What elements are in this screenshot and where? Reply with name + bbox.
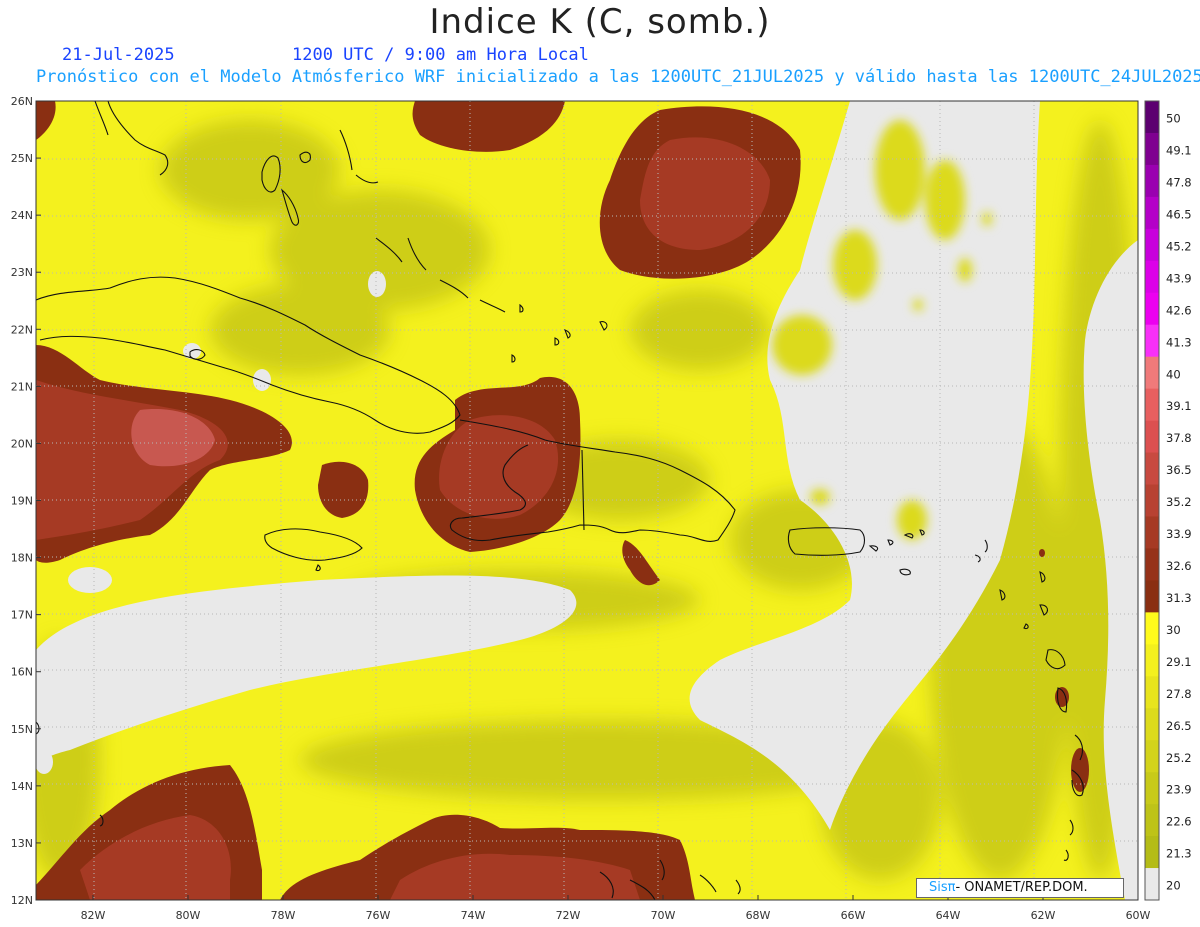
colorbar-label: 43.9 xyxy=(1166,271,1192,285)
colorbar-label: 25.2 xyxy=(1166,751,1192,765)
lon-label: 66W xyxy=(841,909,866,922)
k-index-field xyxy=(36,101,1138,900)
lon-label: 70W xyxy=(651,909,676,922)
colorbar-label: 40 xyxy=(1166,367,1181,381)
colorbar-label: 31.3 xyxy=(1166,591,1192,605)
lat-label: 26N xyxy=(11,95,33,108)
colorbar-label: 27.8 xyxy=(1166,687,1192,701)
lon-label: 78W xyxy=(271,909,296,922)
latitude-labels: 26N 25N 24N 23N 22N 21N 20N 19N 18N 17N 16N 15N 14N 1… xyxy=(11,95,33,907)
colorbar-swatch xyxy=(1145,644,1159,677)
colorbar-swatch xyxy=(1145,740,1159,773)
colorbar-swatch xyxy=(1145,356,1159,390)
colorbar-swatch xyxy=(1145,612,1159,645)
colorbar: 50 49.1 47.8 46.5 45.2 43.9 42.6 41.3 40 39.1 37.8… xyxy=(1144,100,1192,901)
lat-label: 13N xyxy=(11,837,33,850)
lat-label: 19N xyxy=(11,495,33,508)
colorbar-swatch xyxy=(1145,324,1159,358)
lat-label: 16N xyxy=(11,666,33,679)
lat-label: 18N xyxy=(11,552,33,565)
lat-label: 15N xyxy=(11,723,33,736)
colorbar-label: 41.3 xyxy=(1166,335,1192,349)
colorbar-label: 46.5 xyxy=(1166,207,1192,221)
lon-label: 74W xyxy=(461,909,486,922)
colorbar-swatch xyxy=(1145,292,1159,326)
credit-box: Sisπ- ONAMET/REP.DOM. xyxy=(916,878,1124,898)
colorbar-label: 50 xyxy=(1166,112,1181,126)
colorbar-swatch xyxy=(1145,804,1159,837)
colorbar-swatch xyxy=(1145,484,1159,517)
colorbar-label: 37.8 xyxy=(1166,431,1192,445)
colorbar-swatch xyxy=(1145,420,1159,454)
colorbar-swatch xyxy=(1145,580,1159,613)
lon-label: 68W xyxy=(746,909,771,922)
lat-label: 20N xyxy=(11,437,33,450)
lon-label: 64W xyxy=(936,909,961,922)
colorbar-label: 36.5 xyxy=(1166,463,1192,477)
colorbar-swatch xyxy=(1145,132,1159,166)
colorbar-label: 45.2 xyxy=(1166,239,1192,253)
colorbar-swatch xyxy=(1145,388,1159,422)
colorbar-swatch xyxy=(1145,196,1159,230)
colorbar-swatch xyxy=(1145,868,1159,901)
colorbar-label: 35.2 xyxy=(1166,495,1192,509)
credit-prefix: Sis xyxy=(929,880,948,895)
colorbar-label: 39.1 xyxy=(1166,399,1192,413)
lat-label: 21N xyxy=(11,380,33,393)
colorbar-swatch xyxy=(1145,452,1159,486)
lat-label: 12N xyxy=(11,894,33,907)
colorbar-label: 30 xyxy=(1166,623,1181,637)
lon-label: 80W xyxy=(176,909,201,922)
colorbar-label: 20 xyxy=(1166,879,1181,893)
lon-label: 72W xyxy=(556,909,581,922)
lat-label: 17N xyxy=(11,609,33,622)
lon-label: 76W xyxy=(366,909,391,922)
colorbar-swatch xyxy=(1145,772,1159,805)
colorbar-label: 47.8 xyxy=(1166,175,1192,189)
lon-label: 62W xyxy=(1031,909,1056,922)
lon-label: 60W xyxy=(1126,909,1151,922)
colorbar-swatch xyxy=(1145,676,1159,709)
colorbar-label: 23.9 xyxy=(1166,783,1192,797)
colorbar-swatch xyxy=(1145,101,1159,134)
colorbar-swatch xyxy=(1145,228,1159,262)
colorbar-label: 22.6 xyxy=(1166,815,1192,829)
colorbar-swatch xyxy=(1145,164,1159,198)
colorbar-swatch xyxy=(1145,548,1159,581)
colorbar-label: 21.3 xyxy=(1166,847,1192,861)
credit-suffix: - ONAMET/REP.DOM. xyxy=(955,880,1088,895)
colorbar-swatch xyxy=(1145,260,1159,294)
colorbar-label: 29.1 xyxy=(1166,655,1192,669)
k-index-map: 26N 25N 24N 23N 22N 21N 20N 19N 18N 17N 16N 15N 14N 1… xyxy=(11,95,1192,922)
colorbar-label: 32.6 xyxy=(1166,559,1192,573)
colorbar-swatch xyxy=(1145,708,1159,741)
lat-label: 22N xyxy=(11,323,33,336)
colorbar-label: 33.9 xyxy=(1166,527,1192,541)
lat-label: 23N xyxy=(11,266,33,279)
longitude-labels: 82W 80W 78W 76W 74W 72W 70W 68W 66W 64W 62W 60W xyxy=(81,909,1151,922)
colorbar-label: 26.5 xyxy=(1166,719,1192,733)
colorbar-label: 42.6 xyxy=(1166,303,1192,317)
lat-label: 24N xyxy=(11,209,33,222)
lon-label: 82W xyxy=(81,909,106,922)
colorbar-swatch xyxy=(1145,836,1159,869)
lat-label: 25N xyxy=(11,152,33,165)
lat-label: 14N xyxy=(11,780,33,793)
colorbar-swatch xyxy=(1145,516,1159,549)
colorbar-label: 49.1 xyxy=(1166,144,1192,158)
